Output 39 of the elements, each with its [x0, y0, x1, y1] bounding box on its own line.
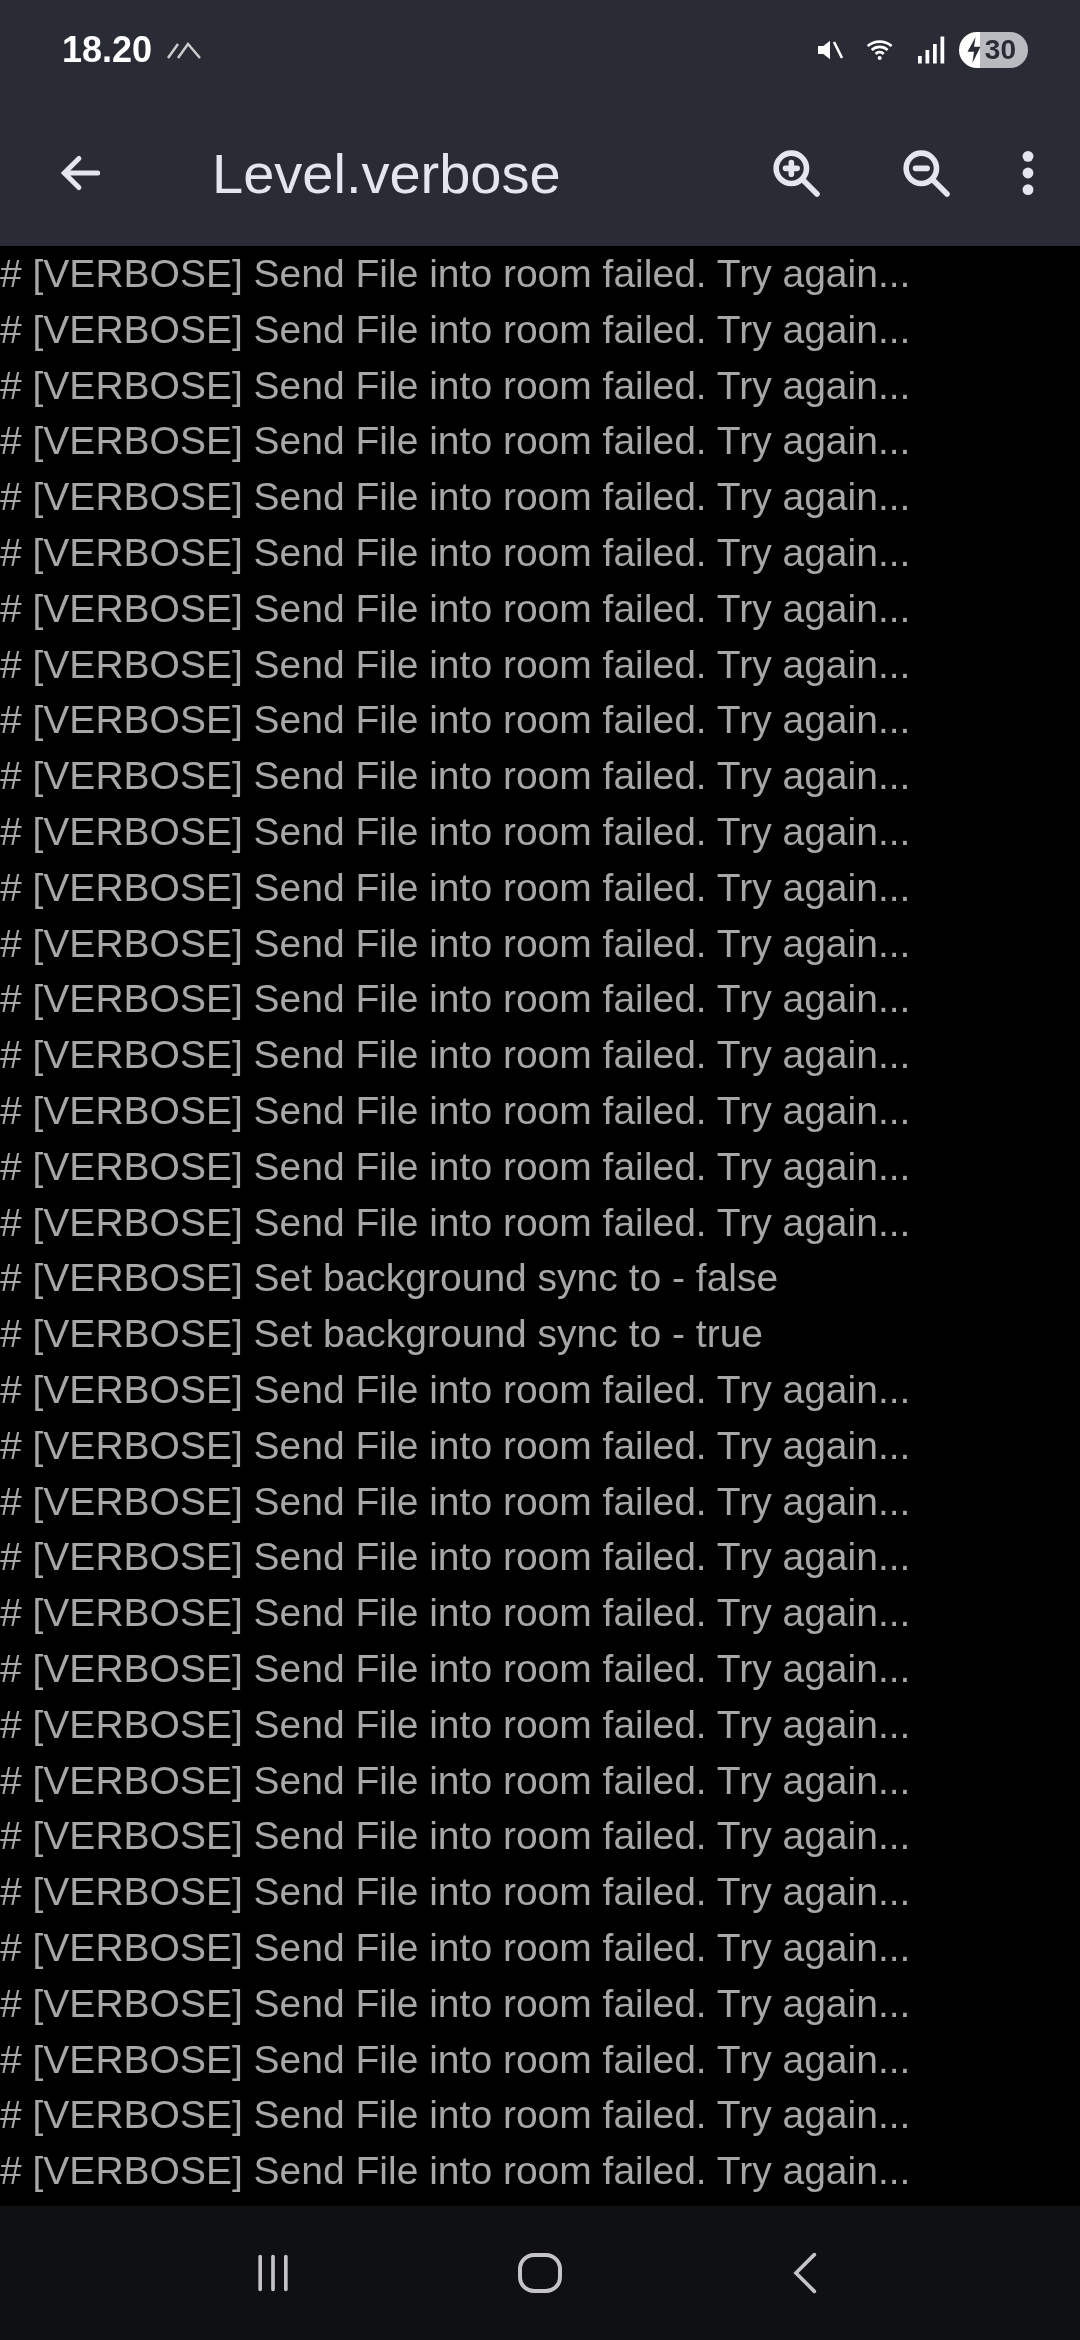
log-line: # [VERBOSE] Send File into room failed. Try again...	[0, 1200, 911, 1244]
log-line: # [VERBOSE] Send File into room failed. Try again...	[0, 363, 911, 407]
log-line: # [VERBOSE] Send File into room failed. Try again...	[0, 921, 911, 965]
log-line: # [VERBOSE] Send File into room failed. Try again...	[0, 698, 911, 742]
log-line: # [VERBOSE] Send File into room failed. Try again...	[0, 1758, 911, 1802]
log-line: # [VERBOSE] Send File into room failed. Try again...	[0, 1814, 911, 1858]
log-line: # [VERBOSE] Send File into room failed. Try again...	[0, 531, 911, 574]
log-line: # [VERBOSE] Send File into room failed. Try again...	[0, 1144, 911, 1188]
log-line: # [VERBOSE] Send File into room failed. Try again...	[0, 475, 911, 519]
log-line: # [VERBOSE] Send File into room failed. Try again...	[0, 977, 911, 1021]
status-time: 18.20	[62, 29, 153, 71]
log-line: # [VERBOSE] Send File into room failed. Try again...	[0, 1423, 911, 1467]
log-line: # [VERBOSE] Send File into room failed. Try again...	[0, 586, 911, 630]
log-line: # [VERBOSE] Send File into room failed. Try again...	[0, 1367, 911, 1411]
log-line: # [VERBOSE] Send File into room failed. Try again...	[0, 252, 911, 295]
log-line: # [VERBOSE] Set background sync to - false	[0, 1256, 779, 1300]
log-line: # [VERBOSE] Send File into room failed. Try again...	[0, 1870, 911, 1914]
log-line: # [VERBOSE] Send File into room failed. Try again...	[0, 1981, 911, 2025]
log-line: # [VERBOSE] Send File into room failed. Try again...	[0, 1088, 911, 1132]
log-line: # [VERBOSE] Send File into room failed. Try again...	[0, 1646, 911, 1690]
log-line: # [VERBOSE] Send File into room failed. Try again...	[0, 1033, 911, 1077]
log-line: # [VERBOSE] Send File into room failed. Try again...	[0, 1479, 911, 1523]
log-line: # [VERBOSE] Send File into room failed. Try again...	[0, 2093, 911, 2137]
log-line: # [VERBOSE] Send File into room failed. Try again...	[0, 642, 911, 686]
battery-indicator: 30	[958, 32, 1028, 68]
log-line: # [VERBOSE] Set background sync to - true	[0, 1312, 764, 1356]
log-line: # [VERBOSE] Send File into room failed. Try again...	[0, 865, 911, 909]
log-line: # [VERBOSE] Send File into room failed. Try again...	[0, 754, 911, 798]
log-line: # [VERBOSE] Send File into room failed. Try again...	[0, 809, 911, 853]
log-line: # [VERBOSE] Send File into room failed. Try again...	[0, 419, 911, 463]
log-line: # [VERBOSE] Send File into room failed. Try again...	[0, 1925, 911, 1969]
log-line: # [VERBOSE] Send File into room failed. Try again...	[0, 1535, 911, 1579]
notification-icon	[166, 40, 203, 60]
log-line: # [VERBOSE] Send File into room failed. Try again...	[0, 307, 911, 351]
log-line: # [VERBOSE] Send File into room failed. Try again...	[0, 1591, 911, 1635]
log-line: # [VERBOSE] Send File into room failed. Try again...	[0, 2037, 911, 2081]
page-title: Level.verbose	[212, 140, 562, 206]
log-line: # [VERBOSE] Send File into room failed. Try again...	[0, 2149, 911, 2193]
log-line: # [VERBOSE] Send File into room failed. Try again...	[0, 1702, 911, 1746]
